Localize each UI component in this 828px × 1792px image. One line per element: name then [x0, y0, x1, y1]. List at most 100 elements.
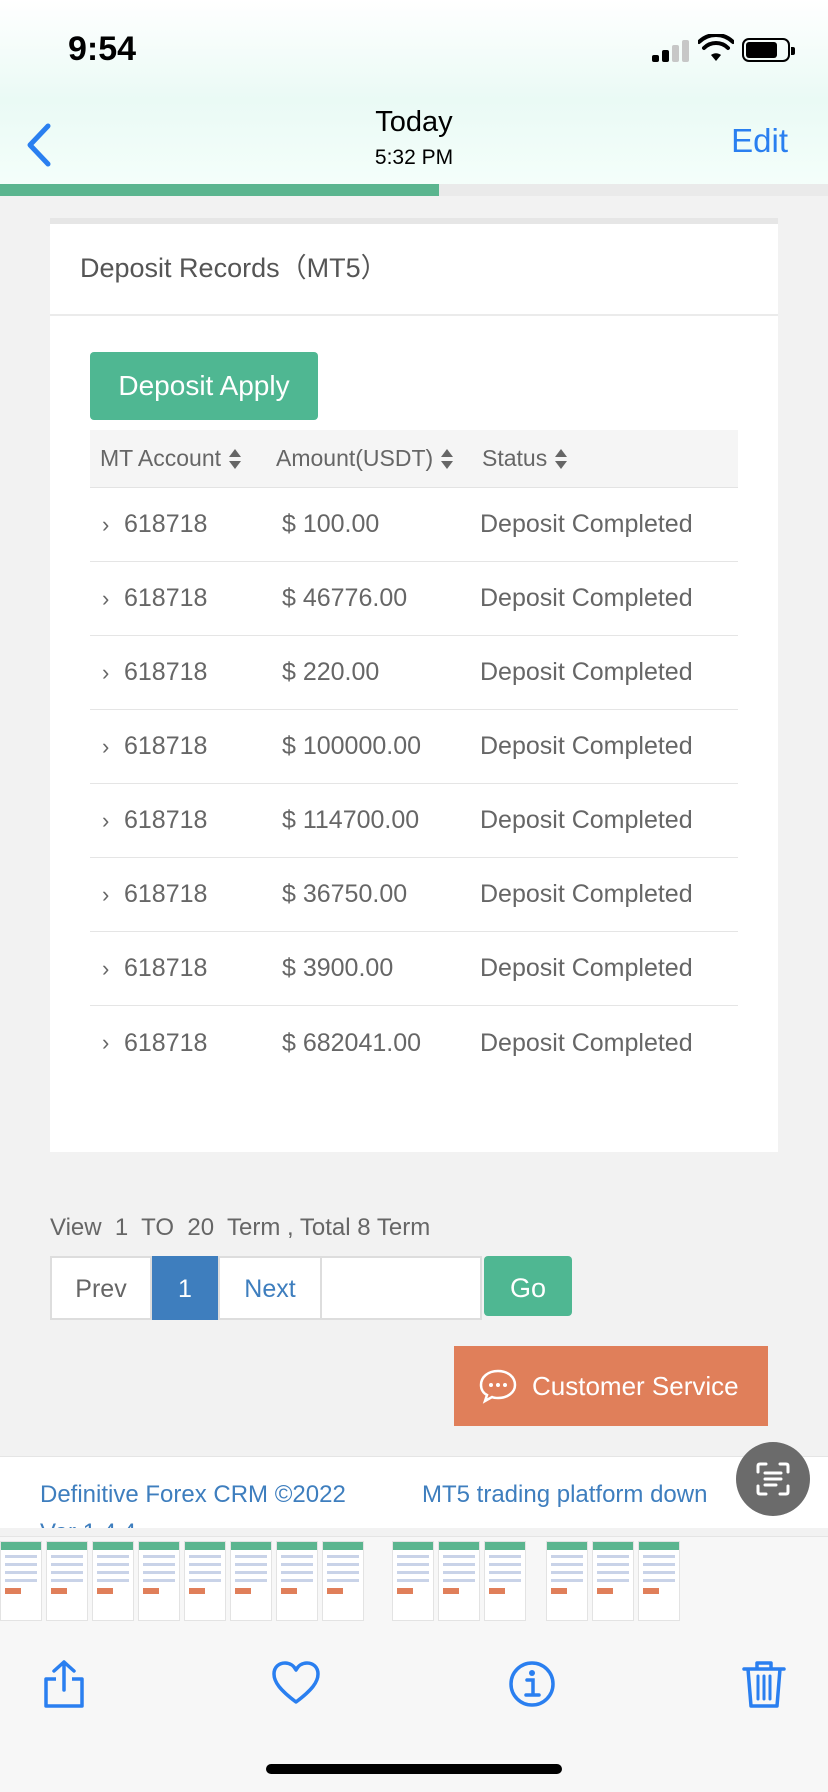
expand-chevron-icon[interactable]: ›	[102, 1030, 118, 1056]
status-cell: Deposit Completed	[480, 806, 693, 834]
column-header-amount[interactable]: Amount(USDT)	[268, 445, 478, 472]
amount-cell: $ 100.00	[282, 510, 380, 538]
account-cell: › 618718	[90, 806, 280, 835]
photo-thumbnail[interactable]	[438, 1541, 480, 1621]
edit-button[interactable]: Edit	[731, 122, 788, 160]
expand-chevron-icon[interactable]: ›	[102, 956, 118, 982]
account-cell: › 618718	[90, 880, 280, 909]
sort-icon[interactable]	[441, 448, 454, 469]
table-row[interactable]: › 618718 $ 100.00 Deposit Completed	[90, 488, 738, 562]
column-label: Status	[482, 445, 548, 471]
pagination: Prev 1 Next	[50, 1256, 482, 1320]
nav-title: Today	[375, 106, 453, 138]
photo-thumbnail[interactable]	[638, 1541, 680, 1621]
home-indicator	[266, 1764, 562, 1774]
amount-cell: $ 36750.00	[282, 880, 408, 908]
live-text-scan-button[interactable]	[736, 1442, 810, 1516]
photo-thumbnail[interactable]	[392, 1541, 434, 1621]
heart-icon[interactable]	[270, 1658, 322, 1710]
expand-chevron-icon[interactable]: ›	[102, 882, 118, 908]
expand-chevron-icon[interactable]: ›	[102, 586, 118, 612]
account-value: 618718	[124, 584, 208, 612]
page-number-current[interactable]: 1	[152, 1256, 218, 1320]
amount-cell: $ 220.00	[282, 658, 380, 686]
nav-bar: Today 5:32 PM Edit	[0, 100, 828, 192]
next-page-button[interactable]: Next	[218, 1256, 322, 1320]
account-value: 618718	[124, 954, 208, 982]
photos-toolbar	[0, 1626, 828, 1792]
photo-thumbnail[interactable]	[138, 1541, 180, 1621]
account-value: 618718	[124, 806, 208, 834]
photo-thumbnail[interactable]	[322, 1541, 364, 1621]
text-scan-icon	[756, 1462, 790, 1496]
table-row[interactable]: › 618718 $ 100000.00 Deposit Completed	[90, 710, 738, 784]
status-cell: Deposit Completed	[480, 732, 693, 760]
screen: 9:54 Today 5:32 PM Edit Deposit Records（…	[0, 0, 828, 1792]
prev-page-button[interactable]: Prev	[50, 1256, 152, 1320]
photo-thumbnail[interactable]	[546, 1541, 588, 1621]
amount-cell: $ 3900.00	[282, 954, 394, 982]
customer-service-label: Customer Service	[532, 1370, 739, 1401]
table-row[interactable]: › 618718 $ 220.00 Deposit Completed	[90, 636, 738, 710]
account-cell: › 618718	[90, 954, 280, 983]
column-header-status[interactable]: Status	[478, 445, 728, 472]
account-cell: › 618718	[90, 732, 280, 761]
status-cell: Deposit Completed	[480, 880, 693, 908]
column-header-mt-account[interactable]: MT Account	[90, 445, 268, 472]
account-cell: › 618718	[90, 584, 280, 613]
status-cell: Deposit Completed	[480, 658, 693, 686]
account-cell: › 618718	[90, 510, 280, 539]
chat-bubble-icon	[479, 1369, 517, 1404]
photo-thumbnail[interactable]	[230, 1541, 272, 1621]
page-jump-input[interactable]	[322, 1256, 482, 1320]
status-cell: Deposit Completed	[480, 954, 693, 982]
status-time: 9:54	[68, 30, 137, 68]
sort-icon[interactable]	[229, 448, 242, 469]
photo-thumbnail[interactable]	[0, 1541, 42, 1621]
table-row[interactable]: › 618718 $ 3900.00 Deposit Completed	[90, 932, 738, 1006]
info-icon[interactable]	[506, 1658, 558, 1710]
deposit-records-card: Deposit Records（MT5） Deposit Apply MT Ac…	[50, 218, 778, 1152]
status-cell: Deposit Completed	[480, 1028, 693, 1057]
table-row[interactable]: › 618718 $ 114700.00 Deposit Completed	[90, 784, 738, 858]
amount-cell: $ 682041.00	[282, 1028, 422, 1057]
photo-thumbnail[interactable]	[184, 1541, 226, 1621]
deposit-table: MT Account Amount(USDT) Status › 618718 $ …	[90, 430, 738, 1080]
account-value: 618718	[124, 1028, 208, 1057]
version-text: Ver 1.4.4	[40, 1519, 136, 1528]
trash-icon[interactable]	[738, 1658, 790, 1710]
share-icon[interactable]	[38, 1658, 90, 1710]
battery-icon	[742, 38, 795, 62]
customer-service-button[interactable]: Customer Service	[454, 1346, 768, 1426]
account-value: 618718	[124, 658, 208, 686]
platform-download-link[interactable]: MT5 trading platform down	[422, 1481, 707, 1509]
deposit-apply-button[interactable]: Deposit Apply	[90, 352, 318, 420]
go-button[interactable]: Go	[484, 1256, 572, 1316]
expand-chevron-icon[interactable]: ›	[102, 808, 118, 834]
photo-thumbnail[interactable]	[276, 1541, 318, 1621]
photo-thumbnail[interactable]	[46, 1541, 88, 1621]
photo-thumbnail[interactable]	[484, 1541, 526, 1621]
photo-thumbnail[interactable]	[592, 1541, 634, 1621]
cellular-signal-icon	[652, 38, 692, 62]
page-progress-fill	[0, 184, 439, 196]
table-header: MT Account Amount(USDT) Status	[90, 430, 738, 488]
expand-chevron-icon[interactable]: ›	[102, 734, 118, 760]
page-progress-bar	[0, 184, 828, 196]
account-value: 618718	[124, 880, 208, 908]
account-value: 618718	[124, 732, 208, 760]
expand-chevron-icon[interactable]: ›	[102, 660, 118, 686]
pagination-summary: View 1 TO 20 Term , Total 8 Term	[50, 1214, 431, 1241]
card-title: Deposit Records（MT5）	[50, 224, 778, 316]
table-row[interactable]: › 618718 $ 36750.00 Deposit Completed	[90, 858, 738, 932]
photo-thumbnail[interactable]	[92, 1541, 134, 1621]
wifi-icon	[698, 34, 734, 61]
table-row[interactable]: › 618718 $ 46776.00 Deposit Completed	[90, 562, 738, 636]
expand-chevron-icon[interactable]: ›	[102, 512, 118, 538]
table-row[interactable]: › 618718 $ 682041.00 Deposit Completed	[90, 1006, 738, 1080]
amount-cell: $ 114700.00	[282, 806, 420, 834]
copyright-link[interactable]: Definitive Forex CRM ©2022	[40, 1481, 346, 1509]
amount-cell: $ 46776.00	[282, 584, 408, 612]
sort-icon[interactable]	[555, 448, 568, 469]
photo-thumbnail-strip[interactable]	[0, 1536, 828, 1626]
